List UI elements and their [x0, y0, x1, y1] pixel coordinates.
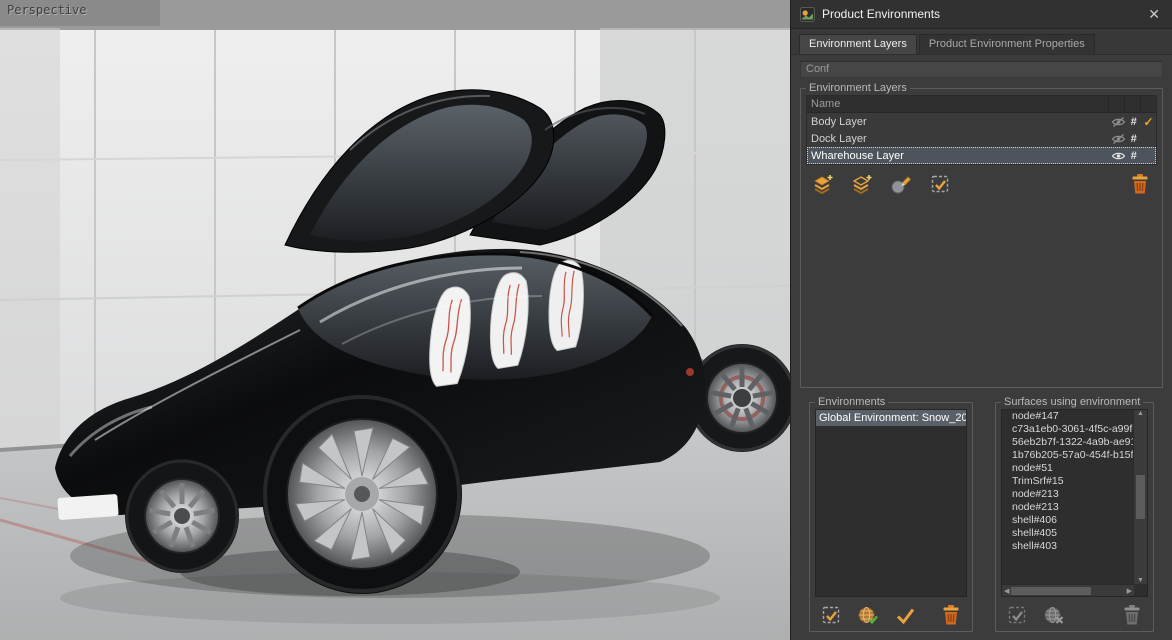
environments-toolbar: [815, 597, 967, 627]
horizontal-scrollbar[interactable]: ◀ ▶: [1002, 584, 1134, 596]
surface-list-item[interactable]: shell#405: [1002, 527, 1134, 540]
add-environment-layer-button[interactable]: [809, 171, 837, 197]
conf-bar[interactable]: Conf: [800, 61, 1163, 78]
column-hash[interactable]: [1124, 96, 1140, 112]
marquee-check-icon[interactable]: [926, 171, 954, 197]
layer-row-dock[interactable]: Dock Layer #: [807, 130, 1156, 147]
delete-environment-trash-icon[interactable]: [937, 602, 965, 628]
viewport-3d[interactable]: Perspective: [0, 0, 790, 640]
scroll-right-icon[interactable]: ▶: [1127, 587, 1132, 595]
scroll-down-icon[interactable]: ▼: [1137, 577, 1144, 584]
layer-name: Body Layer: [807, 116, 1111, 128]
vertical-scrollbar[interactable]: ▲ ▼: [1133, 410, 1147, 584]
layer-row-wharehouse[interactable]: Wharehouse Layer #: [807, 147, 1156, 164]
eye-slash-icon[interactable]: [1111, 133, 1126, 145]
layers-table-header: Name: [807, 96, 1156, 113]
eye-slash-icon[interactable]: [1111, 116, 1126, 128]
surface-list-item[interactable]: node#213: [1002, 488, 1134, 501]
marquee-check-disabled-icon[interactable]: [1003, 602, 1031, 628]
marquee-check-icon[interactable]: [817, 602, 845, 628]
eye-icon[interactable]: [1111, 150, 1126, 162]
environments-group-title: Environments: [815, 396, 888, 408]
layers-toolbar: [806, 165, 1157, 198]
surface-list-item[interactable]: node#213: [1002, 501, 1134, 514]
vertical-scroll-thumb[interactable]: [1136, 475, 1145, 519]
surface-list-item[interactable]: node#51: [1002, 462, 1134, 475]
assign-check-icon[interactable]: [891, 602, 919, 628]
scroll-left-icon[interactable]: ◀: [1004, 587, 1009, 595]
application-window: Perspective Product Environments ✕ Envir…: [0, 0, 1172, 640]
surface-list-item[interactable]: c73a1eb0-3061-4f5c-a99f-b733c92:: [1002, 423, 1134, 436]
column-visibility[interactable]: [1108, 96, 1124, 112]
environment-layers-group-title: Environment Layers: [806, 82, 910, 94]
surfaces-list-items: node#147 c73a1eb0-3061-4f5c-a99f-b733c92…: [1002, 410, 1134, 584]
delete-surface-trash-disabled-icon[interactable]: [1118, 602, 1146, 628]
hash-icon[interactable]: #: [1126, 133, 1141, 145]
surfaces-list[interactable]: node#147 c73a1eb0-3061-4f5c-a99f-b733c92…: [1001, 409, 1148, 597]
product-environments-panel: Product Environments ✕ Environment Layer…: [790, 0, 1172, 640]
surface-list-item[interactable]: 1b76b205-57a0-454f-b15f-088169e0: [1002, 449, 1134, 462]
surfaces-group-title: Surfaces using environment: [1001, 396, 1143, 408]
layer-name: Dock Layer: [807, 133, 1111, 145]
layer-row-body[interactable]: Body Layer # ✓: [807, 113, 1156, 130]
surface-list-item[interactable]: 56eb2b7f-1322-4a9b-ae91-8eeda49: [1002, 436, 1134, 449]
horizontal-scroll-thumb[interactable]: [1011, 587, 1090, 595]
environment-list-item[interactable]: Global Environment: Snow_2048: [816, 410, 966, 426]
environments-list[interactable]: Global Environment: Snow_2048: [815, 409, 967, 597]
environments-group: Environments Global Environment: Snow_20…: [809, 396, 973, 632]
viewport-label[interactable]: Perspective: [7, 3, 86, 17]
check-icon[interactable]: ✓: [1141, 115, 1156, 129]
hash-icon[interactable]: #: [1126, 150, 1141, 162]
add-environment-sublayer-button[interactable]: [848, 171, 876, 197]
column-name[interactable]: Name: [807, 96, 1108, 112]
tab-environment-layers[interactable]: Environment Layers: [799, 34, 917, 54]
hash-icon[interactable]: #: [1126, 116, 1141, 128]
surface-list-item[interactable]: TrimSrf#15: [1002, 475, 1134, 488]
assign-material-icon[interactable]: [887, 171, 915, 197]
layer-name: Wharehouse Layer: [807, 150, 1111, 162]
panel-icon: [800, 7, 815, 22]
environment-layers-group: Environment Layers Name Body Layer: [800, 82, 1163, 388]
tab-product-environment-properties[interactable]: Product Environment Properties: [919, 34, 1095, 54]
panel-title: Product Environments: [822, 7, 1138, 21]
panel-titlebar[interactable]: Product Environments ✕: [791, 0, 1172, 29]
globe-check-icon[interactable]: [854, 602, 882, 628]
scroll-up-icon[interactable]: ▲: [1137, 410, 1144, 417]
surface-list-item[interactable]: shell#403: [1002, 540, 1134, 553]
globe-x-disabled-icon[interactable]: [1040, 602, 1068, 628]
scene-render: [0, 0, 790, 640]
surfaces-group: Surfaces using environment node#147 c73a…: [995, 396, 1154, 632]
column-active[interactable]: [1140, 96, 1156, 112]
delete-layer-trash-icon[interactable]: [1126, 171, 1154, 197]
bottom-panels: Environments Global Environment: Snow_20…: [800, 394, 1163, 632]
close-icon[interactable]: ✕: [1145, 5, 1163, 23]
surface-list-item[interactable]: shell#406: [1002, 514, 1134, 527]
layers-table[interactable]: Name Body Layer #: [806, 95, 1157, 165]
surface-list-item[interactable]: node#147: [1002, 410, 1134, 423]
surfaces-toolbar: [1001, 597, 1148, 627]
tab-bar: Environment Layers Product Environment P…: [791, 29, 1172, 55]
